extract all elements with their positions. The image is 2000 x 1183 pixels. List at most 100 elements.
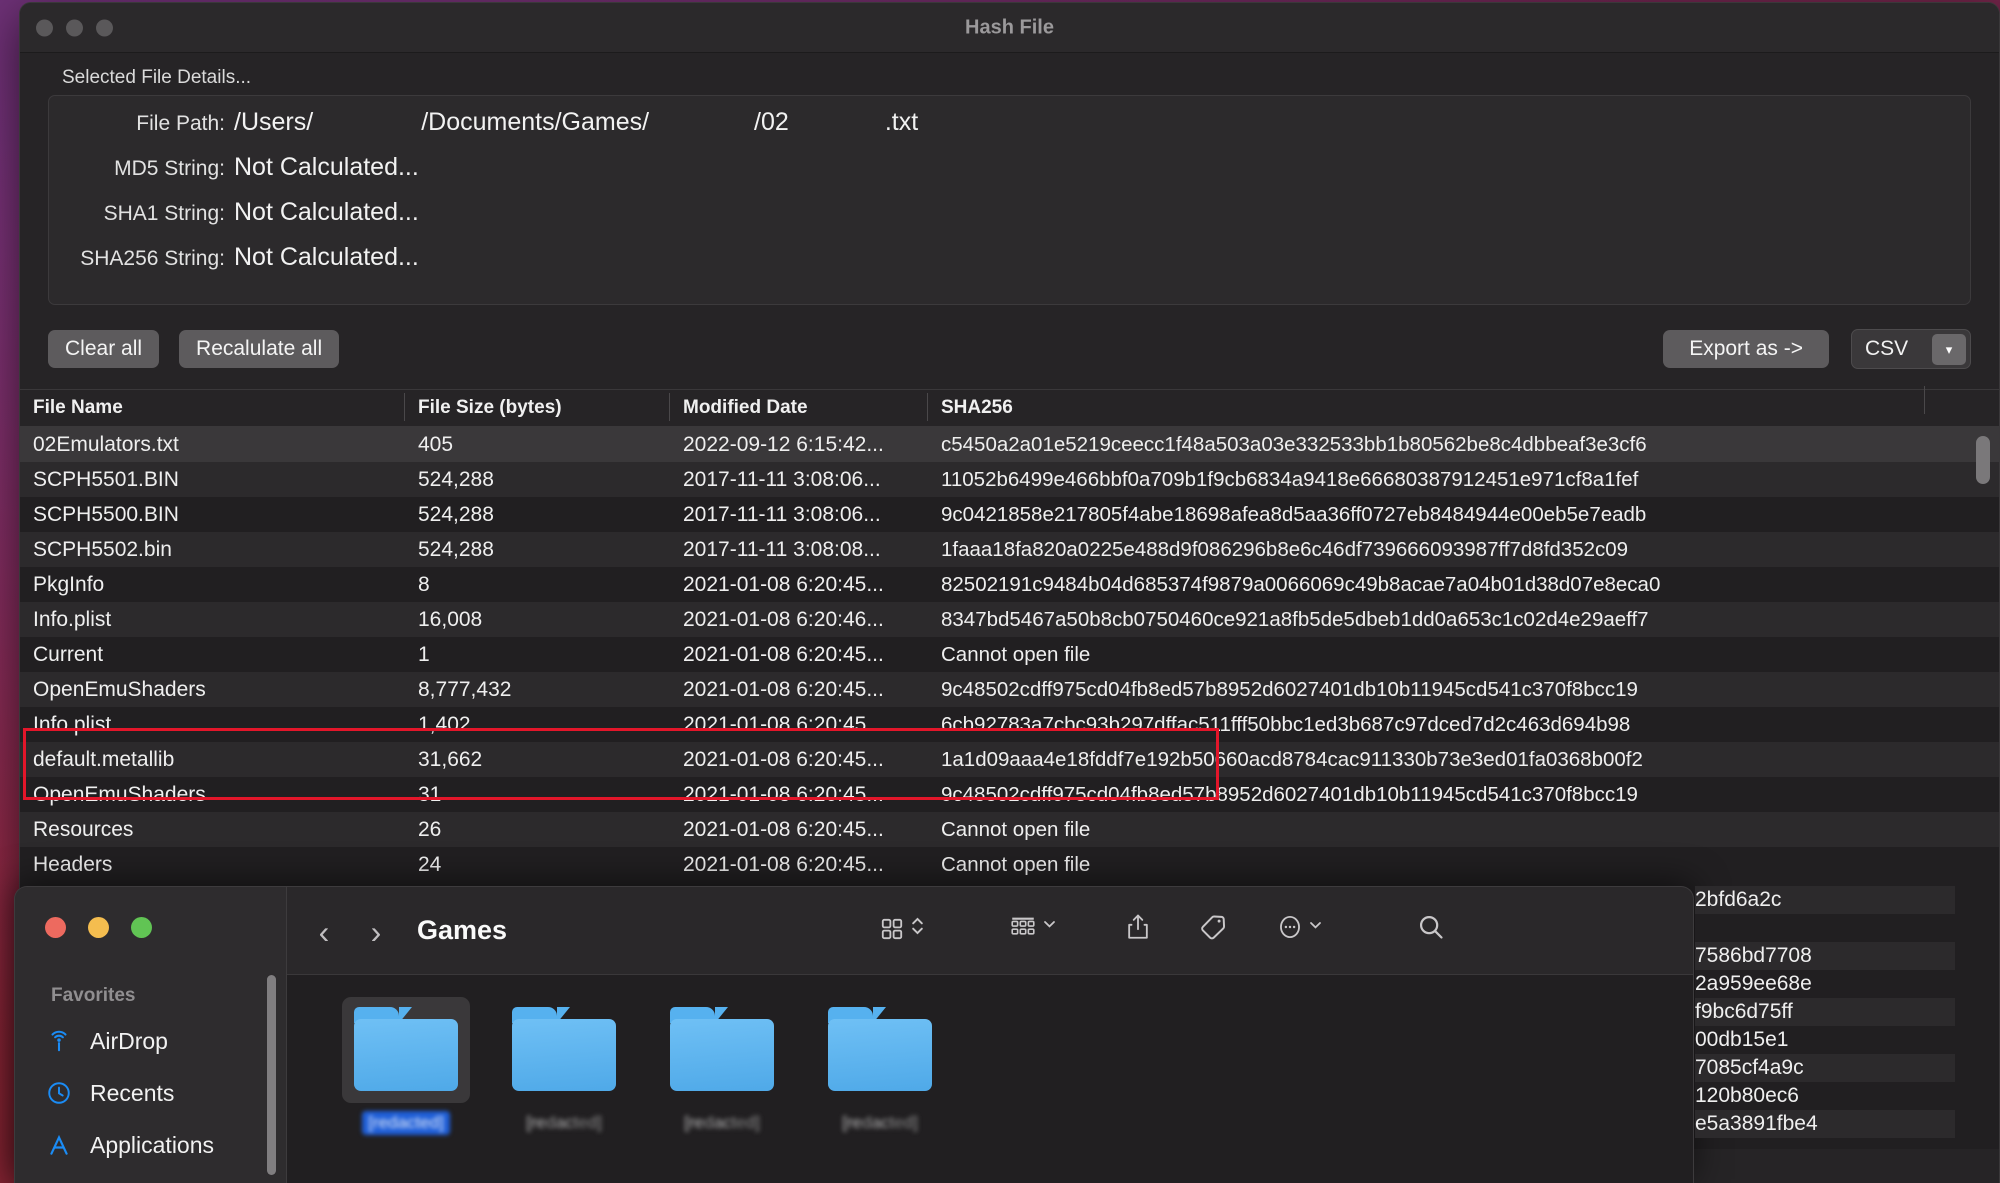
cell-name: Headers xyxy=(20,853,405,877)
cell-name: Current xyxy=(20,643,405,667)
table-row[interactable]: SCPH5500.BIN524,2882017-11-11 3:08:06...… xyxy=(20,497,1999,532)
sort-chevrons-icon[interactable] xyxy=(910,913,925,944)
sidebar-item-airdrop[interactable]: AirDrop xyxy=(45,1023,168,1059)
sha1-value: Not Calculated... xyxy=(234,198,419,227)
tag-icon[interactable] xyxy=(1199,913,1229,941)
cell-sha256: 1faaa18fa820a0225e488d9f086296b8e6c46df7… xyxy=(928,538,1999,562)
clear-all-button[interactable]: Clear all xyxy=(48,330,159,368)
grid-view-icon[interactable] xyxy=(879,913,925,944)
column-header-file-size[interactable]: File Size (bytes) xyxy=(405,397,670,419)
sidebar-scrollbar[interactable] xyxy=(267,975,276,1175)
finder-close-button[interactable] xyxy=(45,917,66,938)
finder-file-label: [redacted] xyxy=(362,1111,450,1135)
sidebar-item-applications[interactable]: Applications xyxy=(45,1127,214,1163)
finder-file-item[interactable]: [redacted] xyxy=(801,997,959,1183)
finder-maximize-button[interactable] xyxy=(131,917,152,938)
finder-file-label: [redacted] xyxy=(678,1111,766,1135)
finder-file-item[interactable]: [redacted] xyxy=(643,997,801,1183)
occluded-hash-tail: 120b80ec6 xyxy=(1695,1082,1955,1110)
column-header-modified-date[interactable]: Modified Date xyxy=(670,397,928,419)
table-row[interactable]: Info.plist16,0082021-01-08 6:20:46...834… xyxy=(20,602,1999,637)
cell-size: 16,008 xyxy=(405,608,670,632)
table-row[interactable]: Info.plist1,4022021-01-08 6:20:45...6cb9… xyxy=(20,707,1999,742)
cell-sha256: 1a1d09aaa4e18fddf7e192b50660acd8784cac91… xyxy=(928,748,1999,772)
more-actions-icon[interactable] xyxy=(1277,913,1323,941)
table-row[interactable]: OpenEmuShaders312021-01-08 6:20:45...9c4… xyxy=(20,777,1999,812)
table-row[interactable]: Resources262021-01-08 6:20:45...Cannot o… xyxy=(20,812,1999,847)
finder-window: Favorites AirDrop Recents xyxy=(14,886,1694,1183)
occluded-hash-tail: 2a959ee68e xyxy=(1695,970,1955,998)
cell-size: 1,402 xyxy=(405,713,670,737)
export-as-button[interactable]: Export as -> xyxy=(1663,330,1829,368)
recalculate-all-button[interactable]: Recalulate all xyxy=(179,330,339,368)
cell-size: 1 xyxy=(405,643,670,667)
cell-date: 2021-01-08 6:20:45... xyxy=(670,818,928,842)
finder-minimize-button[interactable] xyxy=(88,917,109,938)
cell-date: 2021-01-08 6:20:45... xyxy=(670,713,928,737)
column-resize-grip[interactable] xyxy=(1924,386,1925,414)
sidebar-item-recents[interactable]: Recents xyxy=(45,1075,174,1111)
cell-name: default.metallib xyxy=(20,748,405,772)
cell-sha256: c5450a2a01e5219ceecc1f48a503a03e332533bb… xyxy=(928,433,1999,457)
table-row[interactable]: SCPH5502.bin524,2882017-11-11 3:08:08...… xyxy=(20,532,1999,567)
cell-sha256: 11052b6499e466bbf0a709b1f9cb6834a9418e66… xyxy=(928,468,1999,492)
table-row[interactable]: Current12021-01-08 6:20:45...Cannot open… xyxy=(20,637,1999,672)
occluded-hash-tails: 2bfd6a2c7586bd77082a959ee68ef9bc6d75ff00… xyxy=(1695,886,1955,1183)
column-header-sha256[interactable]: SHA256 xyxy=(928,397,1999,419)
cell-name: SCPH5502.bin xyxy=(20,538,405,562)
cell-size: 524,288 xyxy=(405,503,670,527)
group-by-chevron-down-icon[interactable] xyxy=(1042,917,1057,936)
finder-main-area: ‹ › Games xyxy=(287,887,1693,1183)
share-icon[interactable] xyxy=(1125,913,1151,941)
cell-sha256: Cannot open file xyxy=(928,818,1999,842)
table-vertical-scrollbar[interactable] xyxy=(1976,436,1990,484)
search-icon[interactable] xyxy=(1417,913,1445,941)
cell-date: 2021-01-08 6:20:45... xyxy=(670,783,928,807)
finder-file-item[interactable]: [redacted] xyxy=(485,997,643,1183)
cell-size: 31,662 xyxy=(405,748,670,772)
file-path-segment-3: /02 xyxy=(754,108,789,136)
cell-sha256: 8347bd5467a50b8cb0750460ce921a8fb5de5dbe… xyxy=(928,608,1999,632)
table-row[interactable]: Headers242021-01-08 6:20:45...Cannot ope… xyxy=(20,847,1999,882)
back-icon[interactable]: ‹ xyxy=(307,914,341,951)
selected-file-details-label: Selected File Details... xyxy=(62,67,1999,89)
cell-name: Resources xyxy=(20,818,405,842)
cell-size: 8 xyxy=(405,573,670,597)
forward-icon[interactable]: › xyxy=(359,914,393,951)
cell-date: 2022-09-12 6:15:42... xyxy=(670,433,928,457)
cell-date: 2021-01-08 6:20:45... xyxy=(670,643,928,667)
finder-file-grid: [redacted] [redacted] [redacted] [redacted] xyxy=(287,975,1693,1183)
table-row[interactable]: OpenEmuShaders8,777,4322021-01-08 6:20:4… xyxy=(20,672,1999,707)
sidebar-item-label-recents: Recents xyxy=(90,1080,174,1107)
table-row[interactable]: PkgInfo82021-01-08 6:20:45...82502191c94… xyxy=(20,567,1999,602)
finder-file-item[interactable]: [redacted] xyxy=(327,997,485,1183)
cell-sha256: 9c0421858e217805f4abe18698afea8d5aa36ff0… xyxy=(928,503,1999,527)
table-header-row: File Name File Size (bytes) Modified Dat… xyxy=(20,390,1999,427)
cell-sha256: 9c48502cdff975cd04fb8ed57b8952d6027401db… xyxy=(928,783,1999,807)
cell-name: 02Emulators.txt xyxy=(20,433,405,457)
export-format-select[interactable]: CSV ▾ xyxy=(1851,329,1971,369)
column-header-file-name[interactable]: File Name xyxy=(20,397,405,419)
cell-date: 2017-11-11 3:08:06... xyxy=(670,503,928,527)
chevron-down-icon[interactable]: ▾ xyxy=(1932,334,1966,365)
file-path-segment-4: .txt xyxy=(885,108,918,136)
occluded-hash-tail: 00db15e1 xyxy=(1695,1026,1955,1054)
cell-date: 2021-01-08 6:20:45... xyxy=(670,748,928,772)
md5-label: MD5 String: xyxy=(49,157,234,181)
export-format-value: CSV xyxy=(1865,337,1908,361)
table-row[interactable]: default.metallib31,6622021-01-08 6:20:45… xyxy=(20,742,1999,777)
group-by-icon[interactable] xyxy=(1009,913,1057,939)
cell-date: 2021-01-08 6:20:45... xyxy=(670,853,928,877)
folder-icon xyxy=(816,997,944,1103)
finder-traffic-lights[interactable] xyxy=(45,917,152,938)
occluded-hash-tail: f9bc6d75ff xyxy=(1695,998,1955,1026)
table-row[interactable]: 02Emulators.txt4052022-09-12 6:15:42...c… xyxy=(20,427,1999,462)
finder-sidebar: Favorites AirDrop Recents xyxy=(15,887,287,1183)
occluded-hash-tail xyxy=(1695,914,1955,942)
table-row[interactable]: SCPH5501.BIN524,2882017-11-11 3:08:06...… xyxy=(20,462,1999,497)
window-title: Hash File xyxy=(20,16,1999,39)
finder-toolbar: ‹ › Games xyxy=(287,887,1693,975)
sidebar-item-label-applications: Applications xyxy=(90,1132,214,1159)
sha1-label: SHA1 String: xyxy=(49,202,234,226)
more-actions-chevron-down-icon[interactable] xyxy=(1308,918,1323,937)
